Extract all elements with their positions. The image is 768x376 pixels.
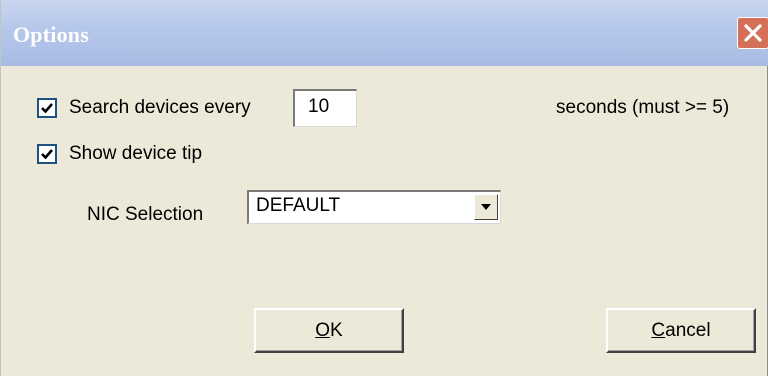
nic-selection-dropdown[interactable]: DEFAULT: [247, 190, 501, 224]
show-device-tip-checkbox[interactable]: [37, 144, 57, 164]
options-dialog: Options Search devices every 10 seconds …: [0, 0, 768, 376]
search-devices-label: Search devices every: [69, 97, 251, 118]
search-interval-input[interactable]: 10: [293, 89, 357, 127]
search-devices-checkbox[interactable]: [37, 98, 57, 118]
checkmark-icon: [41, 149, 53, 160]
dropdown-arrow-button[interactable]: [474, 194, 498, 220]
close-button[interactable]: [737, 17, 768, 49]
checkmark-icon: [41, 103, 53, 114]
close-icon: [744, 24, 762, 42]
nic-selection-value: DEFAULT: [256, 195, 341, 216]
ok-label-rest: K: [330, 319, 343, 341]
show-device-tip-label: Show device tip: [69, 143, 203, 164]
cancel-button[interactable]: Cancel: [606, 308, 756, 353]
chevron-down-icon: [481, 204, 491, 210]
nic-selection-label: NIC Selection: [87, 204, 204, 225]
window-title: Options: [13, 22, 89, 47]
ok-mnemonic: O: [315, 319, 331, 341]
title-bar[interactable]: Options: [1, 0, 768, 66]
cancel-label-rest: ancel: [665, 319, 711, 341]
search-interval-hint: seconds (must >= 5): [556, 97, 730, 118]
cancel-mnemonic: C: [651, 319, 666, 341]
ok-button[interactable]: OK: [254, 308, 404, 353]
